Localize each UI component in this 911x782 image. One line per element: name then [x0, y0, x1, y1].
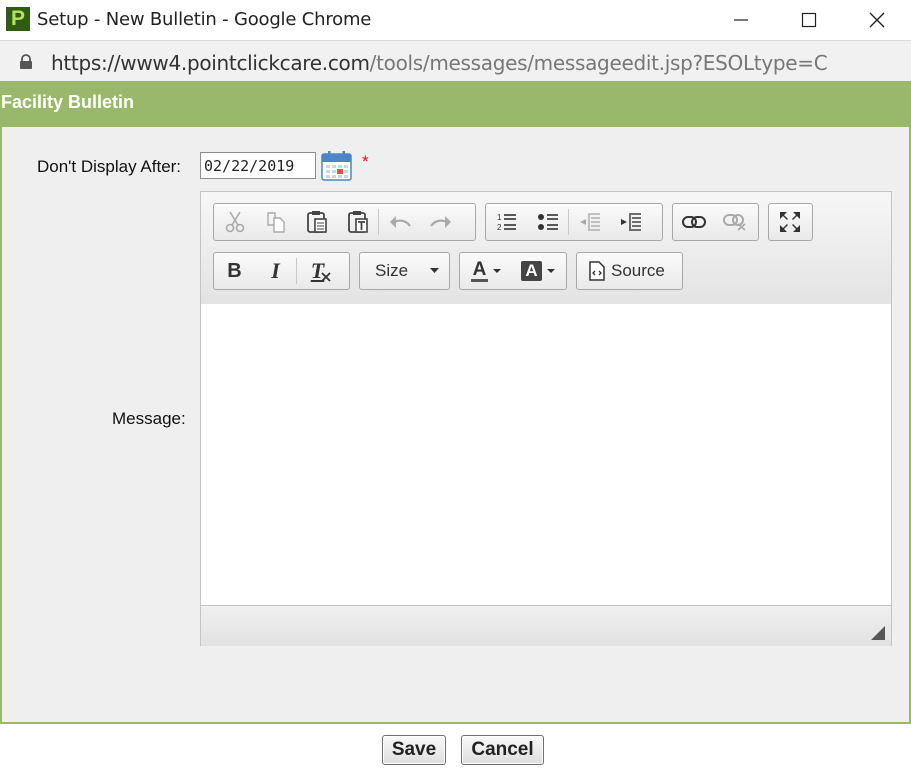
remove-format-button[interactable]: T — [297, 253, 338, 289]
text-color-button[interactable]: A — [460, 253, 512, 289]
size-combo-label: Size — [375, 261, 409, 280]
colors-group: A A — [459, 252, 567, 290]
source-button[interactable]: Source — [576, 252, 683, 290]
calendar-icon[interactable] — [321, 151, 352, 181]
cancel-button[interactable]: Cancel — [461, 735, 544, 765]
maximize-window-button[interactable] — [786, 6, 832, 34]
url-host: https://www4.pointclickcare.com — [51, 51, 370, 75]
clipboard-group — [213, 203, 476, 241]
source-label: Source — [611, 261, 665, 280]
paste-text-icon — [347, 211, 368, 233]
copy-icon — [266, 212, 285, 233]
bulleted-list-icon — [537, 214, 558, 230]
url-text: https://www4.pointclickcare.com/tools/me… — [51, 51, 828, 75]
text-color-label: A — [470, 258, 489, 282]
background-color-button[interactable]: A — [512, 253, 564, 289]
bulleted-list-button[interactable] — [527, 204, 568, 240]
svg-text:1: 1 — [497, 213, 502, 222]
pointclickcare-logo-icon: P — [6, 7, 30, 31]
message-editor: 12 B I T Size A A Source — [200, 191, 892, 646]
url-path: /tools/messages/messageedit.jsp?ESOLtype… — [369, 51, 828, 75]
cut-button[interactable] — [214, 204, 255, 240]
increase-indent-icon — [620, 213, 641, 231]
editor-toolbar: 12 B I T Size A A Source — [201, 192, 891, 305]
minimize-icon — [734, 19, 748, 21]
maximize-icon — [779, 212, 800, 232]
svg-text:2: 2 — [497, 223, 502, 232]
basic-styles-group: B I T — [213, 252, 350, 290]
required-indicator: * — [362, 152, 369, 171]
resize-handle-icon[interactable] — [871, 626, 885, 640]
size-combo[interactable]: Size — [359, 252, 450, 290]
paste-button[interactable] — [296, 204, 337, 240]
redo-button[interactable] — [420, 204, 461, 240]
minimize-button[interactable] — [718, 6, 764, 34]
window-titlebar: P Setup - New Bulletin - Google Chrome — [0, 0, 911, 40]
window-title: Setup - New Bulletin - Google Chrome — [37, 9, 372, 30]
address-bar[interactable]: https://www4.pointclickcare.com/tools/me… — [0, 40, 911, 82]
increase-indent-button[interactable] — [610, 204, 651, 240]
date-label: Don't Display After: — [37, 157, 182, 176]
link-icon — [681, 216, 706, 228]
bold-label: B — [227, 259, 242, 282]
maximize-window-icon — [801, 12, 817, 28]
paste-as-text-button[interactable] — [337, 204, 378, 240]
bold-button[interactable]: B — [214, 253, 255, 289]
close-icon — [869, 12, 885, 28]
chevron-down-icon — [546, 268, 555, 273]
panel-header: Facility Bulletin — [0, 81, 911, 127]
chevron-down-icon — [430, 268, 439, 273]
cut-icon — [225, 211, 244, 233]
numbered-list-button[interactable]: 12 — [486, 204, 527, 240]
italic-button[interactable]: I — [255, 253, 296, 289]
link-button[interactable] — [673, 204, 714, 240]
panel-title: Facility Bulletin — [1, 92, 135, 112]
redo-icon — [429, 216, 451, 228]
decrease-indent-icon — [579, 213, 600, 231]
copy-button[interactable] — [255, 204, 296, 240]
editor-statusbar — [201, 605, 891, 646]
link-group — [672, 203, 759, 241]
remove-format-icon — [321, 272, 331, 282]
numbered-list-icon: 12 — [497, 213, 516, 232]
undo-button[interactable] — [379, 204, 420, 240]
save-button[interactable]: Save — [382, 735, 446, 765]
paste-icon — [306, 211, 327, 233]
date-input[interactable] — [200, 152, 316, 179]
list-group: 12 — [485, 203, 663, 241]
chevron-down-icon — [493, 268, 502, 273]
unlink-button[interactable] — [714, 204, 755, 240]
maximize-editor-button[interactable] — [769, 204, 810, 240]
unlink-icon — [722, 214, 746, 231]
italic-label: I — [271, 258, 280, 283]
bg-color-label: A — [521, 261, 542, 281]
decrease-indent-button[interactable] — [569, 204, 610, 240]
maximize-group — [768, 203, 813, 241]
undo-icon — [389, 216, 411, 228]
message-label: Message: — [112, 409, 186, 428]
source-icon — [589, 261, 605, 281]
close-window-button[interactable] — [854, 6, 900, 34]
lock-icon — [20, 54, 32, 69]
message-content-area[interactable] — [201, 304, 891, 605]
